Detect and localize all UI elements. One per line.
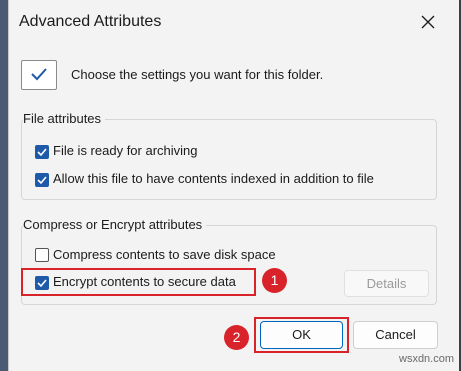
background-strip — [0, 0, 8, 371]
watermark: wsxdn.com — [399, 353, 455, 365]
index-checkbox[interactable] — [35, 173, 49, 187]
details-button[interactable]: Details — [344, 270, 429, 297]
title-bar: Advanced Attributes — [9, 0, 460, 44]
file-attributes-group — [21, 119, 437, 200]
compress-checkbox[interactable] — [35, 248, 49, 262]
step-1-badge: 1 — [262, 268, 287, 293]
close-icon[interactable] — [419, 13, 437, 31]
step-2-badge: 2 — [224, 325, 249, 350]
file-attributes-label: File attributes — [23, 111, 106, 126]
folder-checkmark-icon — [21, 60, 57, 90]
index-label[interactable]: Allow this file to have contents indexed… — [53, 171, 374, 186]
archive-label[interactable]: File is ready for archiving — [53, 143, 198, 158]
window-title: Advanced Attributes — [19, 13, 162, 30]
ok-highlight-box — [254, 317, 349, 353]
encrypt-highlight-box — [21, 268, 256, 296]
archive-checkbox[interactable] — [35, 145, 49, 159]
compress-label[interactable]: Compress contents to save disk space — [53, 247, 276, 262]
advanced-attributes-dialog: Advanced Attributes Choose the settings … — [8, 0, 459, 371]
cancel-button[interactable]: Cancel — [353, 321, 438, 349]
compress-encrypt-label: Compress or Encrypt attributes — [23, 217, 207, 232]
intro-text: Choose the settings you want for this fo… — [71, 67, 324, 82]
